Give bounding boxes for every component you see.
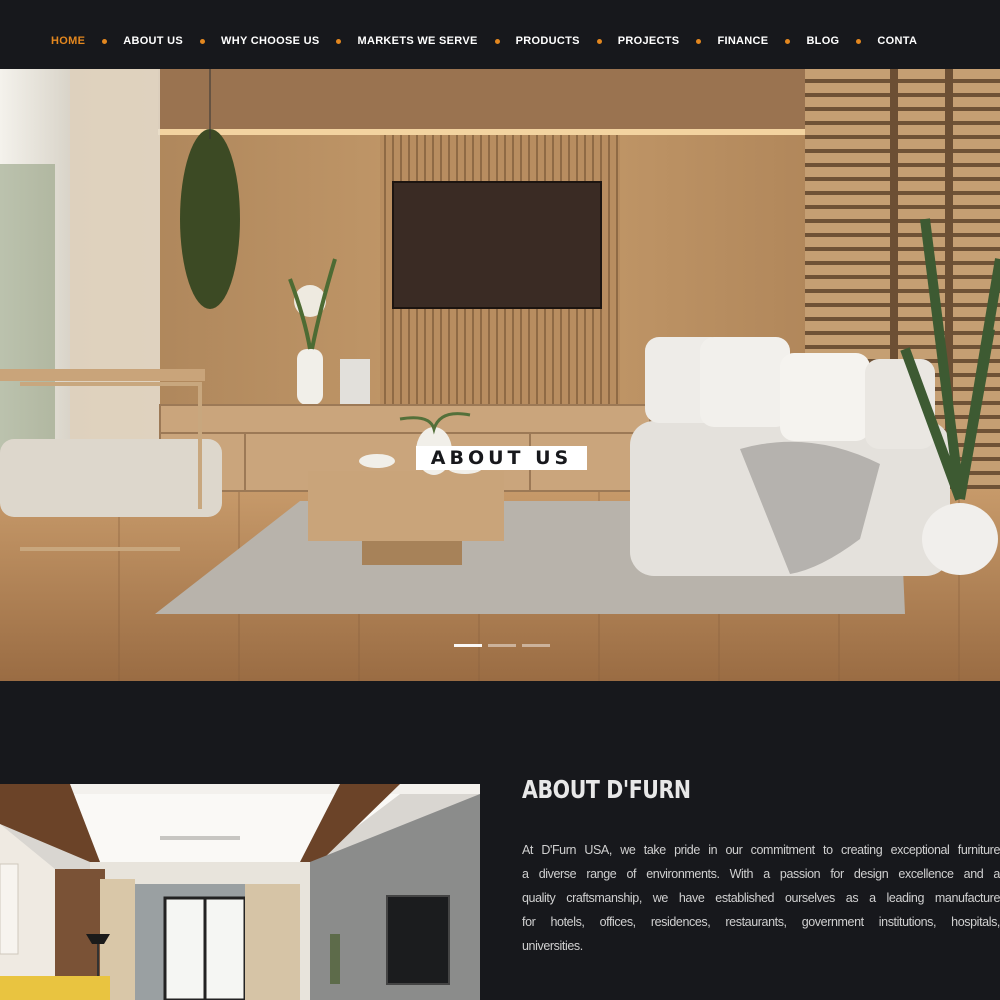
- nav-separator-dot: [102, 38, 108, 44]
- about-text-line: a diverse range of environments. With a …: [522, 867, 1000, 881]
- slider-dot-2[interactable]: [488, 644, 516, 647]
- nav-finance[interactable]: FINANCE: [717, 35, 768, 47]
- nav-menu: HOME ABOUT US WHY CHOOSE US MARKETS WE S…: [51, 35, 917, 47]
- nav-projects[interactable]: PROJECTS: [618, 35, 680, 47]
- nav-separator-dot: [696, 38, 702, 44]
- nav-separator-dot: [856, 38, 862, 44]
- nav-why-choose-us[interactable]: WHY CHOOSE US: [221, 35, 319, 47]
- about-description: At D'Furn USA, we take pride in our comm…: [522, 838, 1000, 958]
- about-text-line: At D'Furn USA, we take pride in our comm…: [522, 843, 1000, 857]
- about-text-line: for hotels, offices, residences, restaur…: [522, 915, 1000, 929]
- about-room-photo: [0, 784, 480, 1000]
- top-navigation: HOME ABOUT US WHY CHOOSE US MARKETS WE S…: [0, 0, 1000, 69]
- about-text-line: universities.: [522, 939, 583, 953]
- hero-slider: ABOUT US: [0, 69, 1000, 681]
- nav-separator-dot: [200, 38, 206, 44]
- nav-home[interactable]: HOME: [51, 35, 85, 47]
- nav-separator-dot: [785, 38, 791, 44]
- about-interior-image: [0, 784, 480, 1000]
- nav-products[interactable]: PRODUCTS: [516, 35, 580, 47]
- nav-contact[interactable]: CONTA: [877, 35, 917, 47]
- slider-dot-3[interactable]: [522, 644, 550, 647]
- nav-separator-dot: [596, 38, 602, 44]
- nav-markets-we-serve[interactable]: MARKETS WE SERVE: [357, 35, 477, 47]
- hero-living-room-image: [0, 69, 1000, 681]
- about-text-line: quality craftsmanship, we have establish…: [522, 891, 1000, 905]
- hero-title: ABOUT US: [416, 446, 587, 470]
- nav-separator-dot: [336, 38, 342, 44]
- about-heading: ABOUT D'FURN: [522, 775, 691, 804]
- nav-separator-dot: [494, 38, 500, 44]
- nav-about-us[interactable]: ABOUT US: [123, 35, 183, 47]
- slider-dot-1[interactable]: [454, 644, 482, 647]
- nav-blog[interactable]: BLOG: [806, 35, 839, 47]
- slider-pagination: [454, 644, 550, 647]
